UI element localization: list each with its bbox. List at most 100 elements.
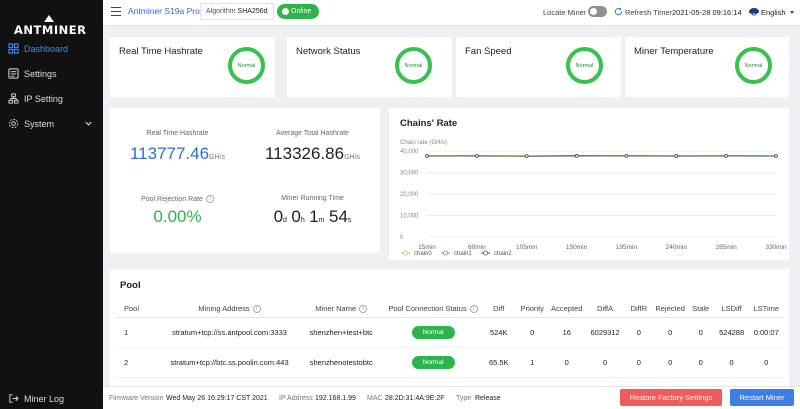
chains-rate-chart-card: Chains' Rate Chain rate (GH/s) 40,000 30,0… [389,108,789,260]
footer-bar: Firmware Version Wed May 26 16:29:17 CST… [103,386,800,409]
miner-name: shenzhen+test+btc [297,317,385,348]
language-select[interactable]: English [761,8,786,17]
col-connection-status: Pool Connection Status i [384,300,482,318]
legend-marker-chain0 [403,250,408,256]
col-diff: Diff [481,300,517,318]
col-accepted: Accepted [548,300,586,318]
y-tick-label: 0 [400,235,404,241]
x-tick-label: 60min [468,244,486,251]
pool-table: Pool Mining Address i Miner Name i Pool Co… [116,300,783,378]
algorithm-value: SHA256d [237,8,268,15]
locate-miner-toggle[interactable] [588,6,607,17]
sidebar-item-dashboard[interactable]: Dashboard [0,36,103,61]
uk-flag-icon[interactable] [749,8,759,16]
firmware-type: Release [475,395,501,402]
y-tick-label: 30,000 [400,171,419,177]
x-tick-label: 285min [715,244,737,251]
mining-address: stratum+tcp://ss.antpool.com:3333 [161,317,298,348]
info-icon[interactable]: i [252,304,261,313]
legend-marker-chain1 [443,250,448,256]
legend-label-chain1: chain1 [454,251,472,257]
status-badge: Normal [411,325,455,339]
mining-address: stratum+tcp://btc.ss.poolin.com:443 [161,347,298,378]
restore-factory-settings-button[interactable]: Restore Factory Settings [620,389,722,406]
status-ring: Normal [566,47,603,84]
settings-icon [8,68,19,79]
sidebar-item-settings[interactable]: Settings [0,61,103,86]
average-hashrate-value: 113326.86GH/s [264,144,361,163]
data-point-chain2 [774,154,778,158]
x-tick-label: 195min [616,244,638,251]
col-diffa: DiffA [585,300,625,318]
data-point-chain2 [624,153,629,158]
refresh-timer-label: Refresh Timer [625,8,673,17]
refresh-icon[interactable] [614,7,623,16]
status-ring: Normal [395,47,432,84]
locate-miner-label: Locate Miner [543,8,587,17]
sidebar-item-ip-setting[interactable]: IP Setting [0,86,103,111]
status-badge: Normal [411,355,455,369]
col-rejected: Rejected [652,300,688,318]
online-status-badge: Online [277,4,319,19]
refresh-time: 2021-05-28 09:16:14 [672,8,742,17]
col-miner-name: Miner Name i [297,300,385,318]
language-chevron-icon[interactable] [790,11,794,14]
sidebar-item-label: IP Setting [24,93,63,104]
fan-speed-card: Fan Speed Normal [456,37,621,97]
hashrate-stats-panel: Real Time Hashrate 113777.46GH/s Average… [110,108,380,253]
pool-table-header: Pool Mining Address i Miner Name i Pool Co… [116,300,783,318]
y-axis-label: Chain rate (GH/s) [400,140,447,146]
sidebar-item-system[interactable]: System [0,111,103,136]
data-point-chain2 [425,154,429,158]
running-time-value: 0d 0h 1m 54s [273,207,352,226]
network-status-card: Network Status Normal [287,37,452,97]
menu-icon[interactable] [111,7,121,17]
chevron-down-icon[interactable] [84,119,93,128]
sidebar-item-label: Settings [24,68,57,79]
realtime-hashrate-value: 113777.46GH/s [129,144,226,163]
log-icon [8,393,19,404]
restart-miner-button[interactable]: Restart Miner [730,389,794,406]
y-tick-label: 20,000 [400,192,419,198]
info-icon[interactable]: i [359,304,368,313]
miner-model: Antminer S19a Pro [128,6,200,16]
system-icon [8,118,19,129]
mac-address: 28:2D:31:4A:9E:2F [385,395,445,402]
firmware-version: Wed May 26 16:29:17 CST 2021 [166,395,268,402]
x-tick-label: 240min [666,244,688,251]
col-mining-address: Mining Address i [161,300,298,318]
y-tick-label: 40,000 [400,149,419,155]
table-row: 1 stratum+tcp://ss.antpool.com:3333 shen… [116,317,783,348]
info-icon[interactable]: i [469,304,478,313]
network-icon [8,93,19,104]
sidebar-item-miner-log[interactable]: Miner Log [0,388,103,409]
x-tick-label: 105min [516,244,538,251]
x-tick-label: 150min [566,244,588,251]
data-point-chain2 [475,153,479,158]
algorithm-badge: Algorithm SHA256d [200,3,274,20]
data-point-chain2 [574,154,579,158]
miner-temperature-card: Miner Temperature Normal [625,37,789,97]
sidebar: ANTMINER Dashboard Settings IP Setting S… [0,0,103,409]
ip-address: 192.168.1.99 [315,395,356,402]
info-icon[interactable]: i [205,195,214,203]
col-diffr: DiffR [625,300,653,318]
sidebar-nav: Dashboard Settings IP Setting System [0,36,103,136]
pool-rejection-value: 0.00% [153,207,202,226]
chains-rate-chart: Chain rate (GH/s) 40,000 30,000 20,000 10,00… [400,140,787,257]
data-point-chain2 [674,154,679,158]
top-bar: Antminer S19a Pro Algorithm SHA256d Onli… [103,0,800,26]
sidebar-item-label: System [24,118,55,129]
x-tick-label: 15min [418,244,436,251]
status-ring: Normal [228,47,265,84]
col-priority: Priority [516,300,549,318]
col-stale: Stale [687,300,714,318]
data-point-chain2 [524,154,529,158]
miner-name: shenzhenotestobtc [297,347,385,378]
col-pool: Pool [116,300,162,318]
miner-log-label: Miner Log [24,393,65,404]
y-tick-label: 10,000 [400,214,419,220]
table-row: 2 stratum+tcp://btc.ss.poolin.com:443 sh… [116,347,783,378]
realtime-hashrate-card: Real Time Hashrate Normal [110,37,275,97]
dashboard-icon [8,43,19,54]
